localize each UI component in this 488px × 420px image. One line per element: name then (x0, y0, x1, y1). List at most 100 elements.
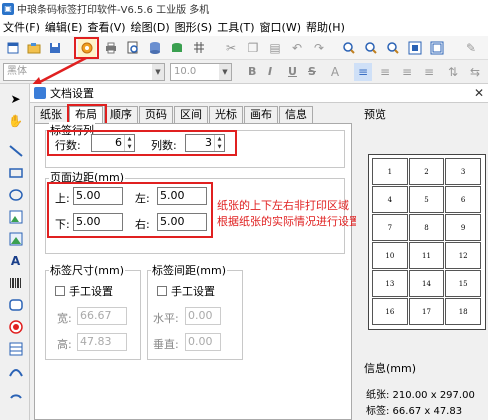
horizontal-spacing-field[interactable]: 0.00 (185, 307, 221, 325)
paper-info: 纸张: 210.00 x 297.00 (366, 390, 475, 401)
rectangle-tool-icon[interactable] (7, 164, 24, 181)
layout-panel: 标签行列 行数: 6 ▲ ▼ 列数: 3 ▲ ▼ 页面边距(mm) 上: 5.00 左:… (34, 122, 360, 420)
tab-page-number[interactable]: 页码 (139, 106, 173, 123)
preview-label-cell: 9 (445, 214, 481, 241)
preview-label-cell: 16 (372, 298, 408, 325)
app-logo-icon: ▣ (2, 2, 14, 15)
menu-view[interactable]: 查看(V) (87, 19, 125, 35)
tab-range[interactable]: 区间 (174, 106, 208, 123)
toolbar-more-icon[interactable]: ✎ (462, 39, 480, 57)
vertical-spacing-label: 垂直: (153, 338, 179, 351)
table-tool-icon[interactable] (7, 340, 24, 357)
menu-file[interactable]: 文件(F) (3, 19, 40, 35)
menu-help[interactable]: 帮助(H) (306, 19, 345, 35)
drawing-toolbar: ➤ ✋ A (0, 84, 30, 420)
height-field[interactable]: 47.83 (77, 333, 127, 351)
bold-button[interactable]: B (248, 65, 256, 78)
label-size-title: 标签尺寸(mm) (49, 262, 126, 278)
ellipse-fill-icon[interactable] (7, 318, 24, 335)
zoom-out-icon[interactable] (362, 39, 380, 57)
picture-tool-icon[interactable] (7, 230, 24, 247)
document-settings-dialog: 文档设置 ✕ 纸张 布局 顺序 页码 区间 光标 画布 信息 标签行列 行数: … (30, 84, 488, 420)
text-tool-icon[interactable]: A (7, 252, 24, 269)
width-field[interactable]: 66.67 (77, 307, 127, 325)
arc-tool-icon[interactable] (7, 384, 24, 401)
margins-highlight (47, 182, 213, 238)
align-center-icon[interactable]: ≡ (376, 63, 394, 81)
annotation-line-2: 根据纸张的实际情况进行设置 (217, 215, 360, 228)
annotation-line-1: 纸张的上下左右非打印区域 (217, 199, 349, 212)
close-icon[interactable]: ✕ (474, 86, 484, 100)
text-format-icon[interactable]: A (326, 63, 344, 81)
pan-icon[interactable]: ✋ (7, 112, 24, 129)
fit-page-icon[interactable] (406, 39, 424, 57)
tab-info[interactable]: 信息 (279, 106, 313, 123)
spacing-manual-label: 手工设置 (171, 285, 215, 298)
tab-canvas[interactable]: 画布 (244, 106, 278, 123)
align-right-icon[interactable]: ≡ (398, 63, 416, 81)
menu-bar: 文件(F) 编辑(E) 查看(V) 绘图(D) 图形(S) 工具(T) 窗口(W… (0, 17, 488, 36)
ellipse-tool-icon[interactable] (7, 186, 24, 203)
dialog-title: 文档设置 (50, 87, 94, 100)
preview-label-cell: 17 (408, 298, 445, 325)
italic-button[interactable]: I (268, 65, 272, 78)
size-manual-label: 手工设置 (69, 285, 113, 298)
redo-icon[interactable]: ↷ (310, 39, 328, 57)
tab-order[interactable]: 顺序 (104, 106, 138, 123)
print-preview-icon[interactable] (124, 39, 142, 57)
grid-icon[interactable] (190, 39, 208, 57)
rounded-rect-icon[interactable] (7, 296, 24, 313)
zoom-in-icon[interactable] (340, 39, 358, 57)
menu-draw[interactable]: 绘图(D) (131, 19, 170, 35)
database-icon[interactable] (146, 39, 164, 57)
strike-button[interactable]: S (308, 65, 316, 78)
preview-label-cell: 1 (372, 158, 408, 185)
new-icon[interactable] (4, 39, 22, 57)
preview-label-cell: 7 (372, 214, 408, 241)
menu-shape[interactable]: 图形(S) (175, 19, 213, 35)
select-arrow-icon[interactable]: ➤ (7, 90, 24, 107)
rows-cols-highlight (47, 130, 237, 156)
tab-paper[interactable]: 纸张 (34, 106, 68, 123)
line-tool-icon[interactable] (7, 142, 24, 159)
app-title: 中琅条码标签打印软件-V6.5.6 工业版 多机 (17, 5, 210, 16)
barcode-tool-icon[interactable] (7, 274, 24, 291)
height-label: 高: (57, 338, 72, 351)
menu-edit[interactable]: 编辑(E) (45, 19, 83, 35)
underline-button[interactable]: U (288, 65, 297, 78)
open-icon[interactable] (25, 39, 43, 57)
print-icon[interactable] (102, 39, 120, 57)
preview-title: 预览 (364, 108, 386, 121)
save-icon[interactable] (46, 39, 64, 57)
dialog-title-bar: 文档设置 ✕ (30, 84, 488, 103)
size-manual-checkbox[interactable] (55, 286, 65, 296)
preview-pane: 预览 1 2 3 4 5 6 7 8 9 10 11 12 13 14 15 16 17 18 信息(mm) 纸张… (356, 106, 488, 420)
vertical-spacing-field[interactable]: 0.00 (185, 333, 221, 351)
paste-icon[interactable]: ▤ (266, 39, 284, 57)
spacing-manual-checkbox[interactable] (157, 286, 167, 296)
tab-cursor[interactable]: 光标 (209, 106, 243, 123)
zoom-fit-icon[interactable] (384, 39, 402, 57)
undo-icon[interactable]: ↶ (288, 39, 306, 57)
preview-label-cell: 6 (445, 186, 481, 213)
curve-tool-icon[interactable] (7, 362, 24, 379)
menu-window[interactable]: 窗口(W) (260, 19, 301, 35)
preview-label-cell: 14 (408, 270, 445, 297)
align-left-icon[interactable]: ≡ (354, 63, 372, 81)
font-size-select[interactable]: 10.0 ▼ (170, 63, 232, 81)
image-tool-icon[interactable] (7, 208, 24, 225)
preview-label-cell: 10 (372, 242, 408, 269)
data-source-icon[interactable] (168, 39, 186, 57)
copy-icon[interactable]: ❐ (244, 39, 262, 57)
preview-grid: 1 2 3 4 5 6 7 8 9 10 11 12 13 14 15 16 17 18 (368, 154, 486, 330)
char-spacing-icon[interactable]: ⇆ (466, 63, 484, 81)
align-justify-icon[interactable]: ≡ (420, 63, 438, 81)
preview-label-cell: 18 (445, 298, 481, 325)
line-spacing-icon[interactable]: ⇅ (444, 63, 462, 81)
preview-label-cell: 13 (372, 270, 408, 297)
info-title: 信息(mm) (364, 362, 417, 375)
actual-size-icon[interactable] (428, 39, 446, 57)
menu-tools[interactable]: 工具(T) (217, 19, 254, 35)
cut-icon[interactable]: ✂ (222, 39, 240, 57)
preview-label-cell: 12 (445, 242, 481, 269)
